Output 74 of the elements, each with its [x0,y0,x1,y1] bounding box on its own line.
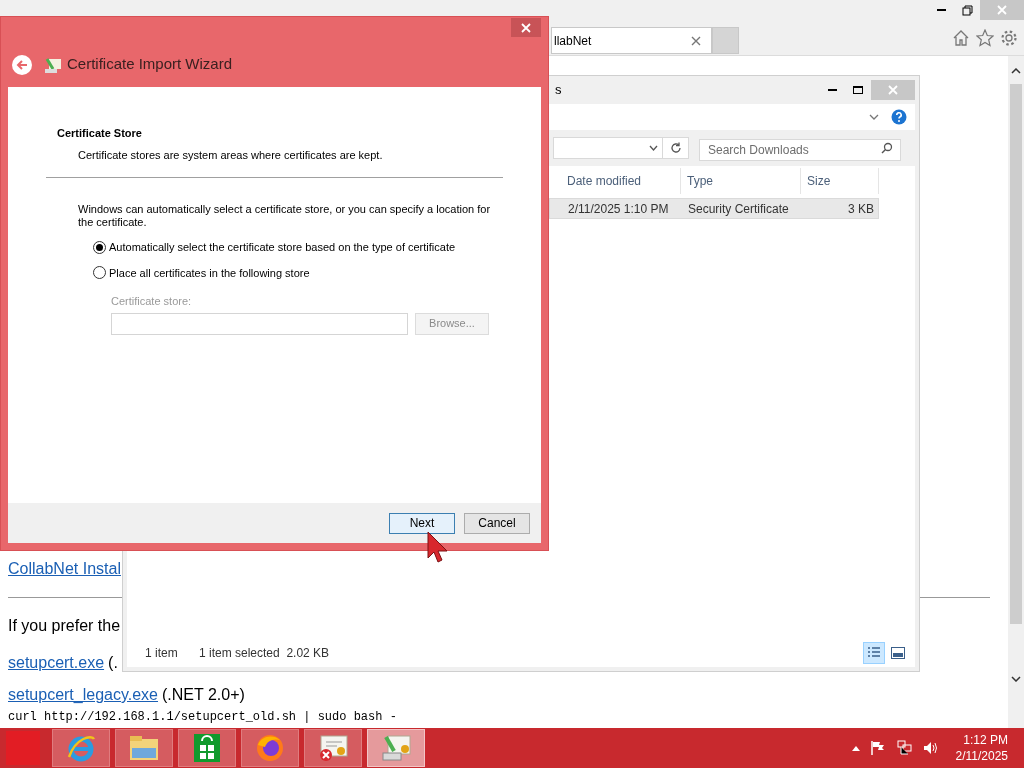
taskbar-button[interactable] [367,729,425,767]
taskbar-button[interactable] [241,729,299,767]
network-icon[interactable] [895,740,912,756]
shopping-bag-icon [193,733,221,763]
radio-button[interactable] [93,266,106,280]
column-header[interactable]: Type [681,168,801,194]
paragraph: If you prefer the [8,616,121,636]
close-icon [521,22,531,33]
clock[interactable]: 1:12 PM 2/11/2025 [955,732,1008,764]
status-text: 1 item selected 2.02 KB [199,645,330,662]
window-title: Certificate Import Wizard [67,53,233,74]
radio-option[interactable]: Automatically select the certificate store based on the type of certificate [93,239,456,256]
folder-icon [128,734,160,762]
certificate-install-icon [380,733,412,763]
table-cell-text: 2/11/2025 1:10 PM [567,200,670,218]
star-icon[interactable] [976,29,994,47]
download-note: (.NET 2.0+) [162,685,245,705]
taskbar-button[interactable] [304,729,362,767]
file-row[interactable]: 2/11/2025 1:10 PM Security Certificate 3 KB [549,198,879,219]
settings-icon[interactable] [1000,29,1018,47]
refresh-icon [669,142,682,154]
status-text: 1 item [145,645,179,662]
table-cell-text: Security Certificate [687,200,790,218]
chevron-down-icon[interactable] [649,145,658,151]
download-link[interactable]: setupcert.exe [8,653,105,673]
certificate-icon [44,57,62,75]
picture-view-icon [891,647,905,659]
back-button[interactable] [12,55,32,75]
column-header[interactable]: Size [801,168,879,194]
download-note: (. [108,653,118,673]
chevron-down-icon[interactable] [1011,676,1021,682]
fox-globe-icon [255,733,285,763]
scrollbar[interactable] [1008,56,1024,728]
radio-button[interactable] [93,240,106,254]
search-icon [881,142,893,154]
refresh-button[interactable] [663,137,689,159]
list-icon [867,646,881,660]
cursor-icon [427,531,449,563]
browser-tab[interactable]: llabNet [551,27,712,54]
section-heading: Certificate Store [57,126,142,141]
taskbar-button[interactable] [52,729,110,767]
next-button[interactable]: Next [389,512,455,534]
start-button[interactable] [6,731,40,765]
section-description: Certificate stores are system areas where certificates are kept. [78,147,383,163]
search-field[interactable]: Search Downloads [699,139,901,161]
chevron-up-icon[interactable] [1011,68,1021,74]
download-link[interactable]: setupcert_legacy.exe [8,685,158,705]
close-icon [888,85,898,95]
show-hidden-icons-icon[interactable] [851,745,860,751]
field-label: Certificate store: [111,294,192,309]
certificate-store-field[interactable] [111,312,408,335]
close-icon [997,5,1007,15]
restore-icon [961,4,973,16]
table-cell-text: 3 KB [847,200,875,218]
flag-icon[interactable] [869,740,886,756]
details-view-button[interactable] [863,642,885,664]
radio-option[interactable]: Place all certificates in the following store [93,264,310,281]
column-header[interactable]: Date modified [561,168,681,194]
link[interactable]: CollabNet Instal [8,557,121,581]
cancel-button[interactable]: Cancel [464,512,530,534]
tab-title: llabNet [554,32,592,50]
window-title: s [555,81,562,100]
close-icon[interactable] [691,35,701,46]
speaker-icon[interactable] [921,740,938,756]
browser-e-icon [66,733,96,763]
taskbar-button[interactable] [115,729,173,767]
instructions: Windows can automatically select a certificate store, or you can specify a location for the certificate. [78,203,491,229]
help-icon[interactable] [891,109,907,125]
certificate-error-icon [317,733,349,763]
close-button[interactable] [511,18,541,37]
home-icon[interactable] [952,29,970,47]
back-arrow-icon [16,59,28,71]
taskbar-button[interactable] [178,729,236,767]
command-text: curl http://192.168.1.1/setupcert_old.sh | sudo bash - [8,711,397,723]
